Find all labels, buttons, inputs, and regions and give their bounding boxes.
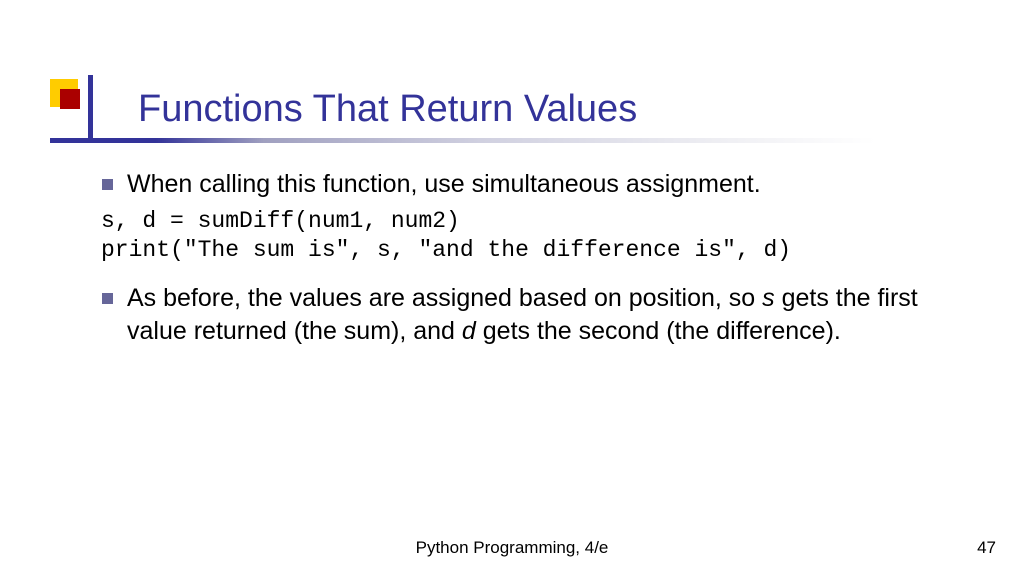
bullet-item: As before, the values are assigned based…	[102, 282, 952, 347]
bullet-icon	[102, 179, 113, 190]
bullet-icon	[102, 293, 113, 304]
corner-decoration	[50, 79, 92, 121]
code-block: s, d = sumDiff(num1, num2) print("The su…	[101, 207, 952, 267]
bullet-text: As before, the values are assigned based…	[127, 282, 952, 347]
bullet-text: When calling this function, use simultan…	[127, 168, 761, 201]
slide-content: When calling this function, use simultan…	[102, 168, 952, 353]
gradient-rule	[156, 138, 876, 143]
footer-book-title: Python Programming, 4/e	[0, 538, 1024, 558]
red-square-accent	[60, 89, 80, 109]
footer-page-number: 47	[977, 538, 996, 558]
horizontal-accent-line	[50, 138, 156, 143]
slide-title: Functions That Return Values	[138, 88, 637, 131]
bullet-item: When calling this function, use simultan…	[102, 168, 952, 201]
vertical-accent-line	[88, 75, 93, 143]
